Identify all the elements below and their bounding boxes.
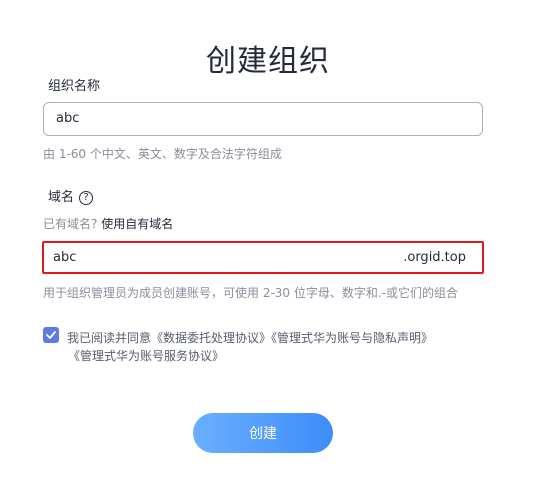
existing-domain-row: 已有域名? 使用自有域名	[43, 215, 173, 232]
domain-label-row: 域名?	[48, 186, 94, 205]
data-processing-agreement-link[interactable]: 《数据委托处理协议》	[151, 331, 271, 345]
domain-input[interactable]: abc .orgid.top	[42, 241, 484, 274]
org-name-hint: 由 1-60 个中文、英文、数字及合法字符组成	[43, 147, 282, 161]
org-name-input[interactable]: abc	[43, 102, 483, 136]
use-own-domain-link[interactable]: 使用自有域名	[101, 217, 173, 231]
agreement-line2: 《管理式华为账号服务协议》	[68, 347, 224, 364]
question-circle-icon[interactable]: ?	[79, 191, 94, 205]
org-name-value: abc	[56, 111, 80, 126]
existing-domain-prompt: 已有域名?	[43, 217, 98, 231]
domain-hint: 用于组织管理员为成员创建账号，可使用 2-30 位字母、数字和.-或它们的组合	[43, 286, 459, 300]
page-title: 创建组织	[206, 44, 330, 79]
privacy-statement-link[interactable]: 《管理式华为账号与隐私声明》	[271, 331, 433, 345]
agreement-prefix: 我已阅读并同意	[67, 331, 152, 345]
service-agreement-link[interactable]: 《管理式华为账号服务协议》	[68, 349, 224, 363]
domain-suffix: .orgid.top	[403, 250, 466, 265]
agreement-checkbox[interactable]	[43, 327, 59, 343]
check-icon	[46, 331, 56, 339]
domain-value: abc	[53, 250, 77, 265]
create-button[interactable]: 创建	[193, 413, 333, 453]
org-name-label: 组织名称	[48, 79, 101, 94]
domain-label: 域名	[48, 190, 75, 205]
agreement-text: 我已阅读并同意《数据委托处理协议》《管理式华为账号与隐私声明》	[67, 328, 477, 348]
